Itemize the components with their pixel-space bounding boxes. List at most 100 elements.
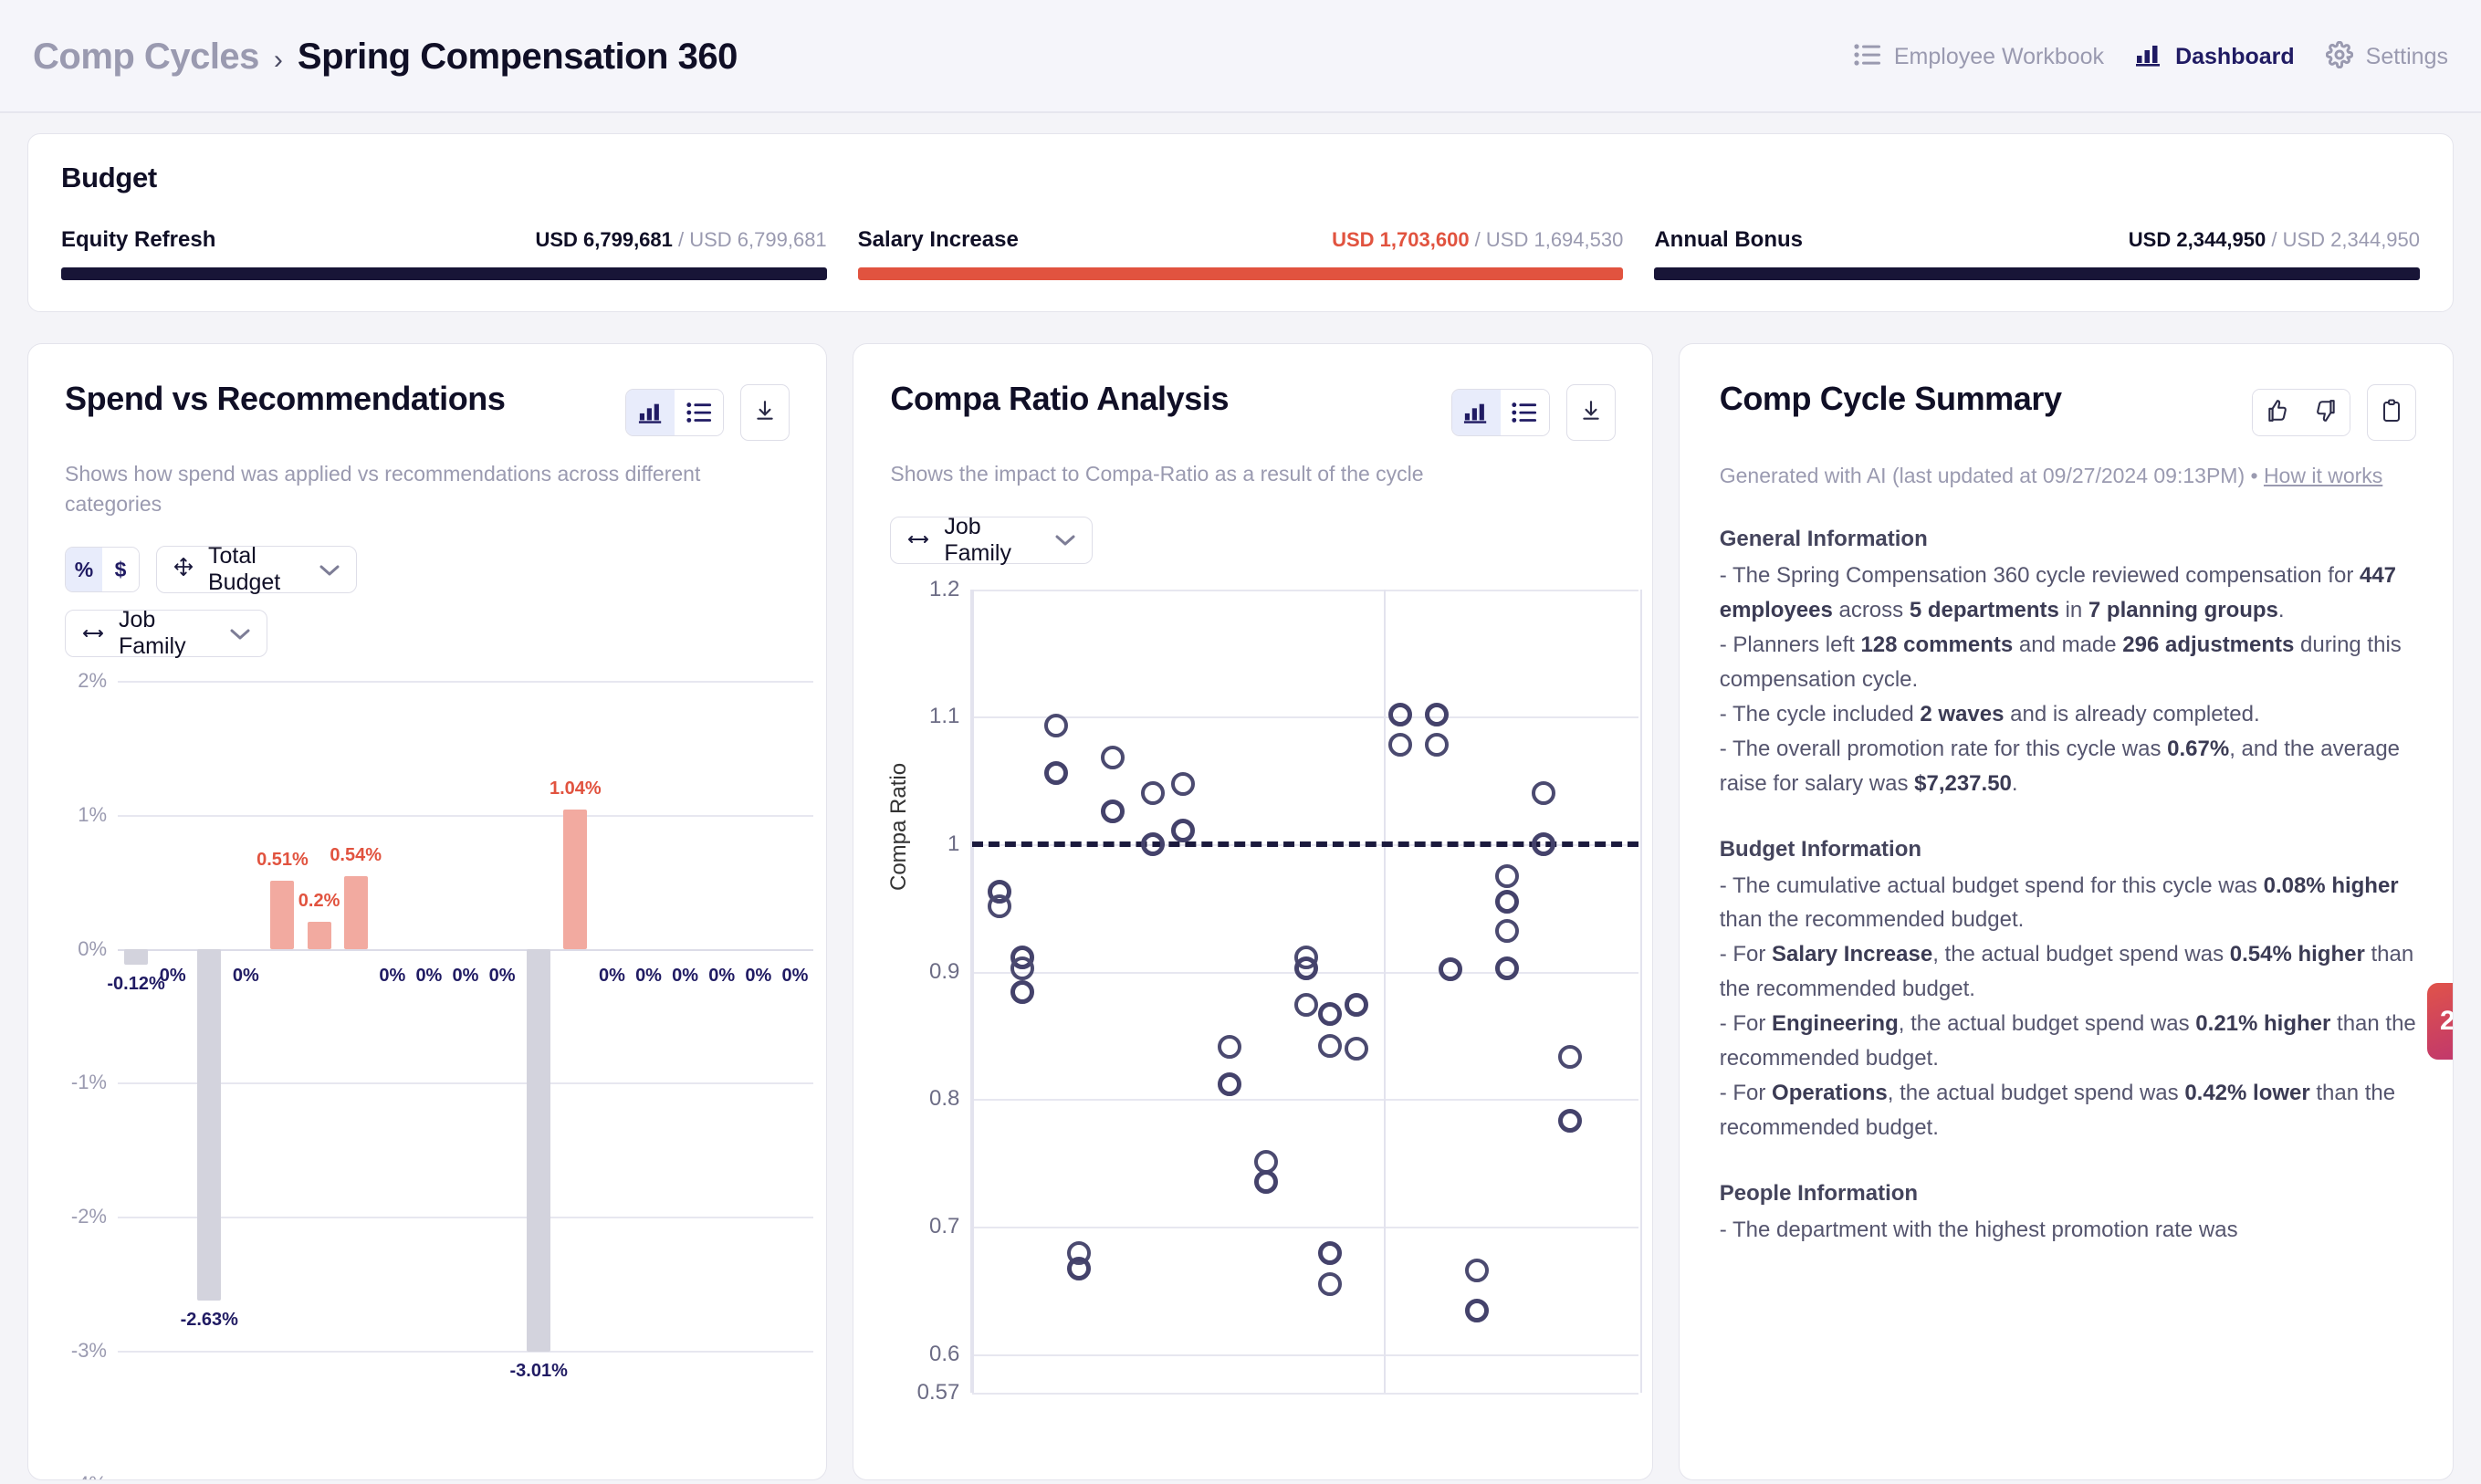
scatter-gridline	[972, 716, 1639, 719]
scatter-point[interactable]	[1067, 1257, 1092, 1281]
scatter-point[interactable]	[1140, 781, 1165, 806]
compa-view-toggle[interactable]	[1450, 389, 1550, 436]
spend-card-subtitle: Shows how spend was applied vs recommend…	[65, 462, 701, 516]
scatter-point[interactable]	[1101, 799, 1125, 823]
scatter-point[interactable]	[1294, 993, 1319, 1018]
budget-spent: USD 6,799,681	[535, 228, 673, 251]
scatter-point[interactable]	[1494, 919, 1519, 943]
spend-group-select[interactable]: Job Family	[65, 607, 267, 659]
spend-view-toggle[interactable]	[625, 389, 725, 436]
bar-chart-gridline	[118, 1082, 813, 1085]
scatter-point[interactable]	[1254, 1170, 1279, 1195]
scatter-point[interactable]	[1532, 832, 1556, 857]
scatter-point[interactable]	[1494, 956, 1519, 980]
spend-unit-dollar-button[interactable]: $	[102, 548, 139, 592]
bar-chart-bar[interactable]	[124, 948, 149, 966]
scatter-point[interactable]	[1218, 1071, 1242, 1096]
compa-view-chart-button[interactable]	[1451, 390, 1501, 435]
scatter-point[interactable]	[1170, 818, 1195, 842]
scatter-point[interactable]	[1387, 733, 1412, 758]
compa-group-select[interactable]: Job Family	[890, 514, 1094, 566]
thumbs-down-button[interactable]	[2301, 390, 2350, 435]
scatter-point[interactable]	[987, 894, 1011, 919]
gear-icon	[2325, 40, 2353, 73]
bar-chart-bar[interactable]	[563, 810, 588, 949]
scatter-point[interactable]	[1425, 702, 1450, 726]
summary-line: - The cumulative actual budget spend for…	[1719, 873, 2399, 933]
budget-panel: Budget Equity Refresh USD 6,799,681 / US…	[27, 133, 2454, 312]
scatter-point[interactable]	[1140, 832, 1165, 857]
scatter-point[interactable]	[1438, 956, 1462, 981]
summary-line: - The overall promotion rate for this cy…	[1719, 736, 2401, 796]
clipboard-icon	[2381, 399, 2402, 427]
scatter-point[interactable]	[1345, 1036, 1369, 1061]
spend-metric-select[interactable]: Total Budget	[156, 543, 357, 595]
how-it-works-link[interactable]: How it works	[2264, 464, 2382, 487]
scatter-point[interactable]	[1494, 889, 1519, 914]
scatter-point[interactable]	[1010, 980, 1035, 1005]
spend-download-button[interactable]	[740, 384, 790, 441]
bar-chart-bar[interactable]	[270, 880, 295, 949]
bar-chart-bar[interactable]	[343, 876, 368, 949]
scatter-point[interactable]	[1010, 956, 1035, 980]
bar-chart-bar[interactable]	[527, 948, 551, 1353]
nav-item-employee-workbook[interactable]: Employee Workbook	[1854, 43, 2104, 71]
budget-name: Annual Bonus	[1654, 227, 1803, 252]
scatter-point[interactable]	[1317, 1271, 1342, 1296]
spend-view-chart-button[interactable]	[626, 390, 675, 435]
bar-chart-value-label: -0.12%	[107, 974, 165, 995]
bar-chart-y-tick-label: -1%	[70, 1071, 107, 1094]
budget-sep: /	[2266, 228, 2283, 251]
scatter-point[interactable]	[1532, 781, 1556, 806]
bar-chart-bar[interactable]	[307, 922, 331, 949]
scatter-point[interactable]	[1387, 702, 1412, 726]
scatter-point[interactable]	[1170, 772, 1195, 797]
nav-item-settings[interactable]: Settings	[2325, 40, 2448, 73]
thumbs-down-icon	[2314, 399, 2338, 427]
scatter-y-tick-label: 0.7	[928, 1214, 960, 1239]
scatter-point[interactable]	[1558, 1045, 1583, 1070]
scatter-gridline	[972, 1099, 1639, 1102]
bar-chart-value-label: 1.04%	[549, 779, 602, 799]
budget-item-annual-bonus: Annual Bonus USD 2,344,950 / USD 2,344,9…	[1654, 227, 2421, 280]
breadcrumb-parent-link[interactable]: Comp Cycles	[33, 37, 259, 78]
scatter-point[interactable]	[1218, 1035, 1242, 1060]
scatter-point[interactable]	[1558, 1109, 1583, 1134]
bar-chart-value-label: 0%	[159, 965, 186, 986]
scatter-gridline	[972, 1227, 1639, 1229]
scatter-point[interactable]	[1425, 733, 1450, 758]
compa-download-button[interactable]	[1565, 384, 1616, 441]
comp-cycle-summary-card: Comp Cycle Summary Generated with AI (la…	[1678, 343, 2454, 1480]
scatter-point[interactable]	[1345, 993, 1369, 1018]
nav-item-dashboard[interactable]: Dashboard	[2135, 43, 2295, 71]
budget-progress-bar	[857, 267, 1624, 280]
scatter-point[interactable]	[1101, 746, 1125, 770]
scatter-point[interactable]	[1465, 1299, 1490, 1323]
compa-view-list-button[interactable]	[1500, 390, 1549, 435]
scatter-point[interactable]	[1317, 1241, 1342, 1266]
bar-chart-value-label: 0%	[379, 965, 406, 986]
scatter-point[interactable]	[1294, 956, 1319, 980]
scatter-point[interactable]	[1043, 714, 1068, 738]
bar-chart-bar[interactable]	[197, 948, 222, 1301]
scatter-point[interactable]	[1317, 1033, 1342, 1058]
spend-view-list-button[interactable]	[675, 390, 724, 435]
scatter-point[interactable]	[1465, 1258, 1490, 1282]
side-help-tab[interactable]: 2	[2427, 983, 2453, 1060]
scatter-point[interactable]	[1043, 760, 1068, 785]
bar-chart-y-tick-label: -4%	[71, 1472, 107, 1479]
budget-sep: /	[1469, 228, 1486, 251]
scatter-gridline	[972, 589, 1639, 591]
thumbs-up-button[interactable]	[2253, 390, 2301, 435]
scatter-gridline	[972, 1353, 1639, 1356]
spend-unit-percent-button[interactable]: %	[66, 548, 102, 592]
scatter-point[interactable]	[1317, 1001, 1342, 1026]
summary-copy-button[interactable]	[2367, 384, 2416, 441]
scatter-y-tick-label: 0.9	[928, 958, 960, 984]
summary-feedback-group[interactable]	[2252, 389, 2350, 436]
budget-sep: /	[672, 228, 690, 251]
scatter-point[interactable]	[1494, 863, 1519, 888]
summary-section-heading: General Information	[1719, 527, 1928, 552]
spend-unit-toggle[interactable]: % $	[65, 547, 140, 593]
compa-ratio-analysis-card: Compa Ratio Analysis Shows the impact to…	[853, 343, 1653, 1480]
